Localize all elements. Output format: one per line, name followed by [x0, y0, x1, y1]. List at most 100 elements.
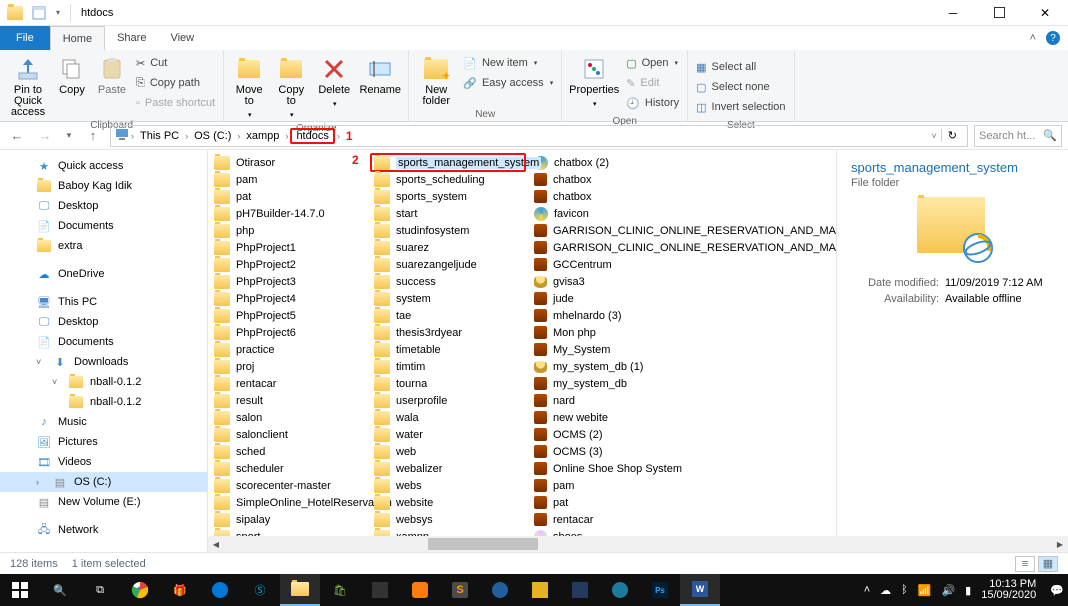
tray-battery-icon[interactable]: ▮	[965, 584, 971, 597]
list-item[interactable]: GARRISON_CLINIC_ONLINE_RESERVATION_AND_M…	[528, 222, 828, 239]
invertselection-button[interactable]: ◫Invert selection	[696, 98, 785, 116]
qat-dropdown-icon[interactable]: ▾	[52, 2, 64, 24]
search-button[interactable]: 🔍	[40, 574, 80, 606]
taskview-button[interactable]: ⧉	[80, 574, 120, 606]
scroll-left-button[interactable]: ◀	[208, 536, 224, 552]
up-button[interactable]: ↑	[82, 125, 104, 147]
forward-button[interactable]: →	[34, 125, 56, 147]
nav-documents[interactable]: 📄Documents	[0, 216, 207, 236]
list-item[interactable]: pam	[208, 171, 368, 188]
list-item[interactable]: sports_management_system	[368, 154, 528, 171]
list-item[interactable]: Otirasor	[208, 154, 368, 171]
tray-notifications-icon[interactable]: 💬	[1050, 584, 1064, 597]
selectall-button[interactable]: ▦Select all	[696, 58, 785, 76]
list-item[interactable]: OCMS (2)	[528, 426, 828, 443]
back-button[interactable]: ←	[6, 125, 28, 147]
list-item[interactable]: nard	[528, 392, 828, 409]
selectnone-button[interactable]: ▢Select none	[696, 78, 785, 96]
list-item[interactable]: sipalay	[208, 511, 368, 528]
list-item[interactable]: chatbox	[528, 188, 828, 205]
tab-file[interactable]: File	[0, 26, 50, 50]
nav-pc-documents[interactable]: 📄Documents	[0, 332, 207, 352]
nav-nball2[interactable]: nball-0.1.2	[0, 392, 207, 412]
app-button-3[interactable]	[520, 574, 560, 606]
tray-volume-icon[interactable]: 🔊	[941, 584, 955, 597]
list-item[interactable]: mhelnardo (3)	[528, 307, 828, 324]
list-item[interactable]: my_system_db	[528, 375, 828, 392]
list-item[interactable]: chatbox (2)	[528, 154, 828, 171]
rename-button[interactable]: Rename	[356, 52, 404, 96]
app-gift-button[interactable]: 🎁	[160, 574, 200, 606]
refresh-button[interactable]: ↻	[941, 129, 963, 142]
list-item[interactable]: timetable	[368, 341, 528, 358]
list-item[interactable]: chatbox	[528, 171, 828, 188]
list-item[interactable]: Online Shoe Shop System	[528, 460, 828, 477]
list-item[interactable]: PhpProject4	[208, 290, 368, 307]
cut-button[interactable]: ✂Cut	[136, 54, 215, 72]
nav-thispc[interactable]: 🖥This PC	[0, 292, 207, 312]
list-item[interactable]: timtim	[368, 358, 528, 375]
list-item[interactable]: practice	[208, 341, 368, 358]
list-item[interactable]: new webite	[528, 409, 828, 426]
tray-clock[interactable]: 10:13 PM15/09/2020	[981, 579, 1040, 601]
list-item[interactable]: water	[368, 426, 528, 443]
list-item[interactable]: thesis3rdyear	[368, 324, 528, 341]
edge-button[interactable]	[200, 574, 240, 606]
list-item[interactable]: PhpProject1	[208, 239, 368, 256]
list-item[interactable]: success	[368, 273, 528, 290]
help-icon[interactable]: ?	[1046, 31, 1060, 45]
crumb-thispc[interactable]: This PC	[136, 129, 183, 143]
list-item[interactable]: salonclient	[208, 426, 368, 443]
list-item[interactable]: my_system_db (1)	[528, 358, 828, 375]
list-item[interactable]: webs	[368, 477, 528, 494]
list-item[interactable]: rentacar	[208, 375, 368, 392]
open-button[interactable]: ▢Open▾	[626, 54, 679, 72]
ribbon-collapse-icon[interactable]: ˄	[1030, 32, 1036, 44]
history-button[interactable]: 🕘History	[626, 94, 679, 112]
nav-pc-desktop[interactable]: 🖵Desktop	[0, 312, 207, 332]
details-view-button[interactable]: ≡	[1015, 556, 1035, 572]
nav-pictures[interactable]: 🖼Pictures	[0, 432, 207, 452]
tab-share[interactable]: Share	[105, 26, 158, 50]
explorer-button[interactable]	[280, 574, 320, 606]
list-item[interactable]: sched	[208, 443, 368, 460]
list-item[interactable]: SimpleOnline_HotelReservation	[208, 494, 368, 511]
nav-onedrive[interactable]: ☁OneDrive	[0, 264, 207, 284]
list-item[interactable]: scorecenter-master	[208, 477, 368, 494]
list-item[interactable]: tourna	[368, 375, 528, 392]
easyaccess-button[interactable]: 🔗Easy access▾	[463, 74, 553, 92]
skype-button[interactable]: Ⓢ	[240, 574, 280, 606]
list-item[interactable]: result	[208, 392, 368, 409]
paste-button[interactable]: Paste	[92, 52, 132, 96]
tray-wifi-icon[interactable]: 📶	[918, 584, 932, 597]
app-button-1[interactable]	[360, 574, 400, 606]
nav-quickaccess[interactable]: ★Quick access	[0, 156, 207, 176]
nav-baboy[interactable]: Baboy Kag Idik	[0, 176, 207, 196]
crumb-osc[interactable]: OS (C:)	[190, 129, 235, 143]
pasteshortcut-button[interactable]: ▫Paste shortcut	[136, 94, 215, 112]
copy-button[interactable]: Copy	[52, 52, 92, 96]
crumb-htdocs[interactable]: htdocs	[290, 128, 334, 144]
list-item[interactable]: web	[368, 443, 528, 460]
list-item[interactable]: pH7Builder-14.7.0	[208, 205, 368, 222]
crumb-xampp[interactable]: xampp	[242, 129, 283, 143]
newitem-button[interactable]: 📄New item▾	[463, 54, 553, 72]
minimize-button[interactable]: ─	[930, 0, 976, 26]
app-button-5[interactable]	[600, 574, 640, 606]
list-item[interactable]: studinfosystem	[368, 222, 528, 239]
close-button[interactable]: ✕	[1022, 0, 1068, 26]
xampp-button[interactable]	[400, 574, 440, 606]
nav-videos[interactable]: 🎞Videos	[0, 452, 207, 472]
nav-newvol[interactable]: ▤New Volume (E:)	[0, 492, 207, 512]
copyto-button[interactable]: Copy to▾	[270, 52, 312, 121]
delete-button[interactable]: Delete▾	[312, 52, 356, 110]
nav-downloads[interactable]: ˅⬇Downloads	[0, 352, 207, 372]
chrome-button[interactable]	[120, 574, 160, 606]
app-button-4[interactable]	[560, 574, 600, 606]
moveto-button[interactable]: Move to▾	[228, 52, 270, 121]
list-item[interactable]: GCCentrum	[528, 256, 828, 273]
maximize-button[interactable]	[976, 0, 1022, 26]
list-item[interactable]: websys	[368, 511, 528, 528]
list-item[interactable]: PhpProject5	[208, 307, 368, 324]
horizontal-scrollbar[interactable]: ◀ ▶	[208, 536, 1068, 552]
